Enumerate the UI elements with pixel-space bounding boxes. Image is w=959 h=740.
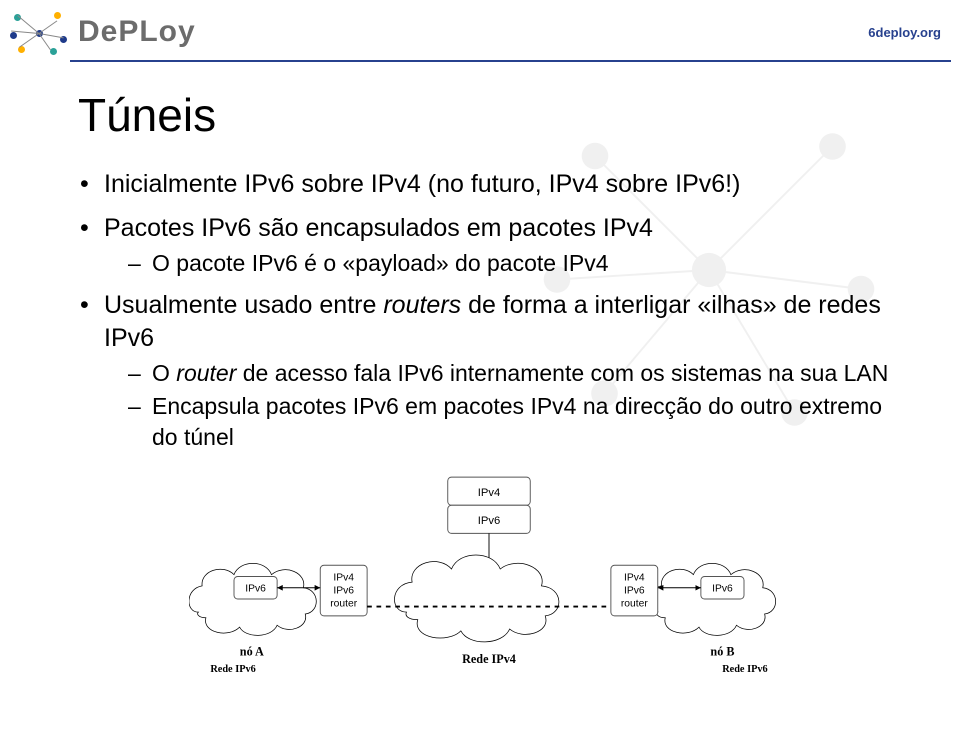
- sub-bullet-item: Encapsula pacotes IPv6 em pacotes IPv4 n…: [128, 391, 899, 453]
- right-router-t: IPv4: [624, 572, 645, 583]
- slide-title: Túneis: [78, 88, 899, 142]
- sub-bullet-list: O router de acesso fala IPv6 internament…: [128, 358, 899, 453]
- right-router-m: IPv6: [624, 586, 645, 597]
- header-divider: [70, 60, 951, 62]
- right-router-b: router: [620, 599, 647, 610]
- right-node: IPv6: [712, 584, 733, 595]
- cloud-right-top: nó B: [710, 644, 734, 658]
- sub-bullet-item: O router de acesso fala IPv6 internament…: [128, 358, 899, 389]
- bullet-list: Inicialmente IPv6 sobre IPv4 (no futuro,…: [78, 168, 899, 453]
- cloud-right-bot: Rede IPv6: [722, 664, 767, 675]
- left-router-m: IPv6: [333, 586, 354, 597]
- brand-text: DePLoy: [78, 15, 196, 49]
- encap-top: IPv4: [477, 487, 500, 499]
- bullet-item: Usualmente usado entre routers de forma …: [78, 289, 899, 454]
- tunnel-diagram-wrap: IPv4 IPv6 IPv6 IPv4 IPv6 router IPv4 IPv…: [78, 469, 899, 699]
- left-router-t: IPv4: [333, 572, 354, 583]
- encap-bottom: IPv6: [477, 515, 500, 527]
- cloud-left-top: nó A: [239, 644, 263, 658]
- slide-content: Túneis Inicialmente IPv6 sobre IPv4 (no …: [0, 70, 959, 709]
- cloud-left-bot: Rede IPv6: [210, 664, 255, 675]
- cloud-center: Rede IPv4: [462, 652, 516, 666]
- sub-bullet-list: O pacote IPv6 é o «payload» do pacote IP…: [128, 248, 899, 279]
- left-router-b: router: [330, 599, 357, 610]
- left-node: IPv6: [245, 584, 266, 595]
- sub-bullet-item: O pacote IPv6 é o «payload» do pacote IP…: [128, 248, 899, 279]
- slide-header: DePLoy 6deploy.org: [0, 0, 959, 60]
- bullet-item: Inicialmente IPv6 sobre IPv4 (no futuro,…: [78, 168, 899, 202]
- header-url: 6deploy.org: [868, 25, 941, 40]
- bullet-item: Pacotes IPv6 são encapsulados em pacotes…: [78, 212, 899, 279]
- brand-logo-group: DePLoy: [8, 8, 196, 56]
- tunnel-diagram: IPv4 IPv6 IPv6 IPv4 IPv6 router IPv4 IPv…: [189, 469, 789, 699]
- molecule-icon: [8, 8, 68, 56]
